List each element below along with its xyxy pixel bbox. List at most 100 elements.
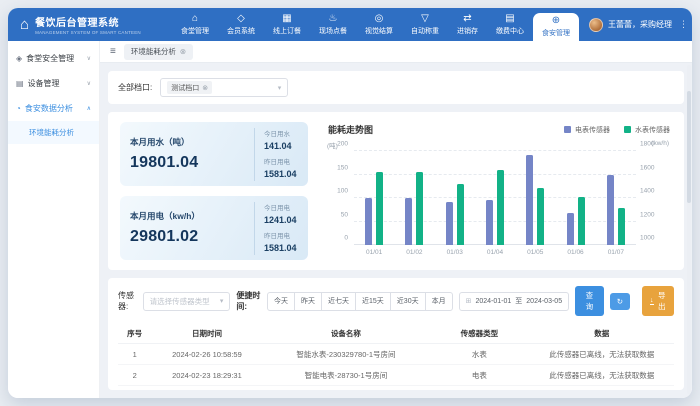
energy-trend-chart: 能耗走势图 电表传感器水表传感器 (吨) (kw/h) 050100150200…: [324, 122, 672, 260]
kebab-menu-icon[interactable]: ⋮: [677, 19, 690, 30]
stat-mini-value: 1581.04: [264, 243, 298, 253]
sidebar-subitem-环境能耗分析[interactable]: 环境能耗分析: [8, 121, 99, 144]
device-icon: ▤: [16, 80, 24, 88]
user-area[interactable]: 王蕾蕾，采购经理 ⋮: [579, 8, 690, 41]
quick-date-近30天[interactable]: 近30天: [390, 292, 426, 311]
left-axis-tick: 200: [327, 141, 348, 148]
electric-stat-title: 本月用电（kw/h）: [130, 210, 244, 222]
sensor-select[interactable]: 请选择传感器类型 ▾: [143, 292, 231, 311]
bar-group-01/02: [394, 151, 434, 245]
chart-legend: 电表传感器水表传感器: [564, 125, 670, 135]
chevron-icon: ∨: [87, 55, 91, 62]
bar-水表传感器-01/02[interactable]: [416, 172, 423, 245]
legend-swatch: [564, 126, 571, 133]
stat-mini-value: 1581.04: [264, 169, 298, 179]
bar-水表传感器-01/07[interactable]: [618, 208, 625, 245]
nav-item-label: 缴费中心: [496, 26, 524, 36]
quick-date-昨天[interactable]: 昨天: [294, 292, 322, 311]
bar-group-01/05: [515, 151, 555, 245]
bar-电表传感器-01/05[interactable]: [526, 155, 533, 245]
bar-group-01/01: [354, 151, 394, 245]
sidebar-item-label: 设备管理: [28, 78, 60, 89]
sidebar: ◈食堂安全管理∨ ▤ 设备管理 ∨ ◔食安数据分析∧环境能耗分析: [8, 41, 100, 398]
x-axis-label: 01/07: [596, 246, 636, 258]
export-button[interactable]: ↓ 导出: [642, 286, 674, 316]
right-axis-tick: 1200: [640, 211, 669, 218]
food-safety-icon: ⊕: [552, 16, 560, 26]
onsite-order-icon: ♨: [329, 14, 338, 24]
avatar[interactable]: [589, 18, 603, 32]
nav-item-进销存[interactable]: ⇄进销存: [448, 8, 487, 41]
search-button[interactable]: 查询: [575, 286, 604, 316]
x-axis-label: 01/05: [515, 246, 555, 258]
nav-item-缴费中心[interactable]: ▤ 缴费中心: [487, 8, 533, 41]
nav-item-label: 食安管理: [542, 28, 570, 38]
quick-date-今天[interactable]: 今天: [267, 292, 295, 311]
sidebar-item-设备管理[interactable]: ▤ 设备管理 ∨: [8, 71, 99, 96]
bar-电表传感器-01/04[interactable]: [486, 200, 493, 245]
sidebar-item-食安数据分析[interactable]: ◔食安数据分析∧: [8, 96, 99, 121]
date-range-picker[interactable]: ⊞ 2024-01-01 至 2024-03-05: [459, 292, 570, 311]
electric-stat-card: 本月用电（kw/h） 29801.02 今日用电 1241.04 昨日用电 15…: [120, 196, 308, 260]
quick-date-近15天[interactable]: 近15天: [355, 292, 391, 311]
tab-close-icon[interactable]: ⊗: [180, 47, 186, 56]
bar-电表传感器-01/02[interactable]: [405, 198, 412, 245]
stat-mini-label: 今日用电: [264, 202, 298, 212]
bar-电表传感器-01/06[interactable]: [567, 213, 574, 245]
nav-item-食安管理[interactable]: ⊕ 食安管理: [533, 13, 579, 41]
nav-item-自动称重[interactable]: ▽自动称重: [402, 8, 448, 41]
payment-icon: ▤: [505, 14, 514, 24]
table-row: 32024-02-23 18:39:07智能水表-230329780-1号房间水…: [118, 386, 674, 391]
bar-水表传感器-01/01[interactable]: [376, 172, 383, 245]
legend-label: 水表传感器: [635, 125, 670, 135]
nav-item-现场点餐[interactable]: ♨现场点餐: [310, 8, 356, 41]
quick-date-本月[interactable]: 本月: [425, 292, 453, 311]
hamburger-icon[interactable]: ≡: [110, 46, 116, 57]
quick-date-近七天[interactable]: 近七天: [321, 292, 356, 311]
bar-电表传感器-01/07[interactable]: [607, 175, 614, 246]
time-filter-label: 便捷时间:: [236, 290, 261, 312]
query-table-card: 传感器: 请选择传感器类型 ▾ 便捷时间: 今天昨天近七天近15天近30天本月 …: [108, 278, 684, 390]
bar-电表传感器-01/01[interactable]: [365, 198, 372, 245]
right-axis-tick: 1400: [640, 188, 669, 195]
quick-date-buttons: 今天昨天近七天近15天近30天本月: [267, 292, 453, 311]
bar-水表传感器-01/04[interactable]: [497, 170, 504, 245]
export-label: 导出: [658, 290, 666, 312]
nav-item-线上订餐[interactable]: ▦线上订餐: [264, 8, 310, 41]
chevron-icon: ∧: [87, 105, 91, 112]
app-window: ⌂ 餐饮后台管理系统 MANAGEMENT SYSTEM OF SMART CA…: [8, 8, 692, 398]
scrollbar-thumb[interactable]: [687, 91, 691, 203]
chevron-icon: ∨: [87, 80, 91, 87]
table-cell: 智能电表-28730-1号房间: [263, 365, 430, 386]
sidebar-item-食堂安全管理[interactable]: ◈食堂安全管理∨: [8, 46, 99, 71]
stall-tag-label: 测试档口: [171, 83, 199, 93]
canteen-icon: ⌂: [192, 14, 198, 24]
scrollbar-track[interactable]: [687, 65, 691, 394]
bar-水表传感器-01/05[interactable]: [537, 188, 544, 245]
dashboard-card: 本月用水（吨） 19801.04 今日用水 141.04 昨日用电 1581.0…: [108, 112, 684, 270]
table-header-数据: 数据: [529, 323, 674, 344]
stall-tag-close-icon[interactable]: ⊗: [202, 84, 208, 92]
sensor-filter-label: 传感器:: [118, 290, 137, 312]
nav-item-会员系统[interactable]: ◇会员系统: [218, 8, 264, 41]
main-area: ≡ 环境能耗分析 ⊗ 全部档口: 测试档口 ⊗: [100, 41, 692, 398]
tab-env-energy[interactable]: 环境能耗分析 ⊗: [124, 44, 193, 60]
x-axis-label: 01/03: [435, 246, 475, 258]
water-stat-card: 本月用水（吨） 19801.04 今日用水 141.04 昨日用电 1581.0…: [120, 122, 308, 186]
x-axis-label: 01/01: [354, 246, 394, 258]
nav-item-食堂管理[interactable]: ⌂食堂管理: [172, 8, 218, 41]
legend-swatch: [624, 126, 631, 133]
nav-item-视觉结算[interactable]: ◎视觉结算: [356, 8, 402, 41]
bar-电表传感器-01/03[interactable]: [446, 202, 453, 245]
bar-水表传感器-01/03[interactable]: [457, 184, 464, 245]
top-header: ⌂ 餐饮后台管理系统 MANAGEMENT SYSTEM OF SMART CA…: [8, 8, 692, 41]
table-cell: 智能水表-230329780-1号房间: [263, 344, 430, 365]
stall-select[interactable]: 测试档口 ⊗ ▾: [160, 78, 288, 97]
table-cell: 此传感器已离线，无法获取数据: [529, 386, 674, 391]
auto-weigh-icon: ▽: [421, 14, 429, 24]
table-cell: 2: [118, 365, 151, 386]
safety-icon: ◈: [16, 55, 22, 63]
app-title: 餐饮后台管理系统: [35, 14, 141, 29]
bar-水表传感器-01/06[interactable]: [578, 197, 585, 245]
refresh-button[interactable]: ↻: [610, 293, 630, 310]
